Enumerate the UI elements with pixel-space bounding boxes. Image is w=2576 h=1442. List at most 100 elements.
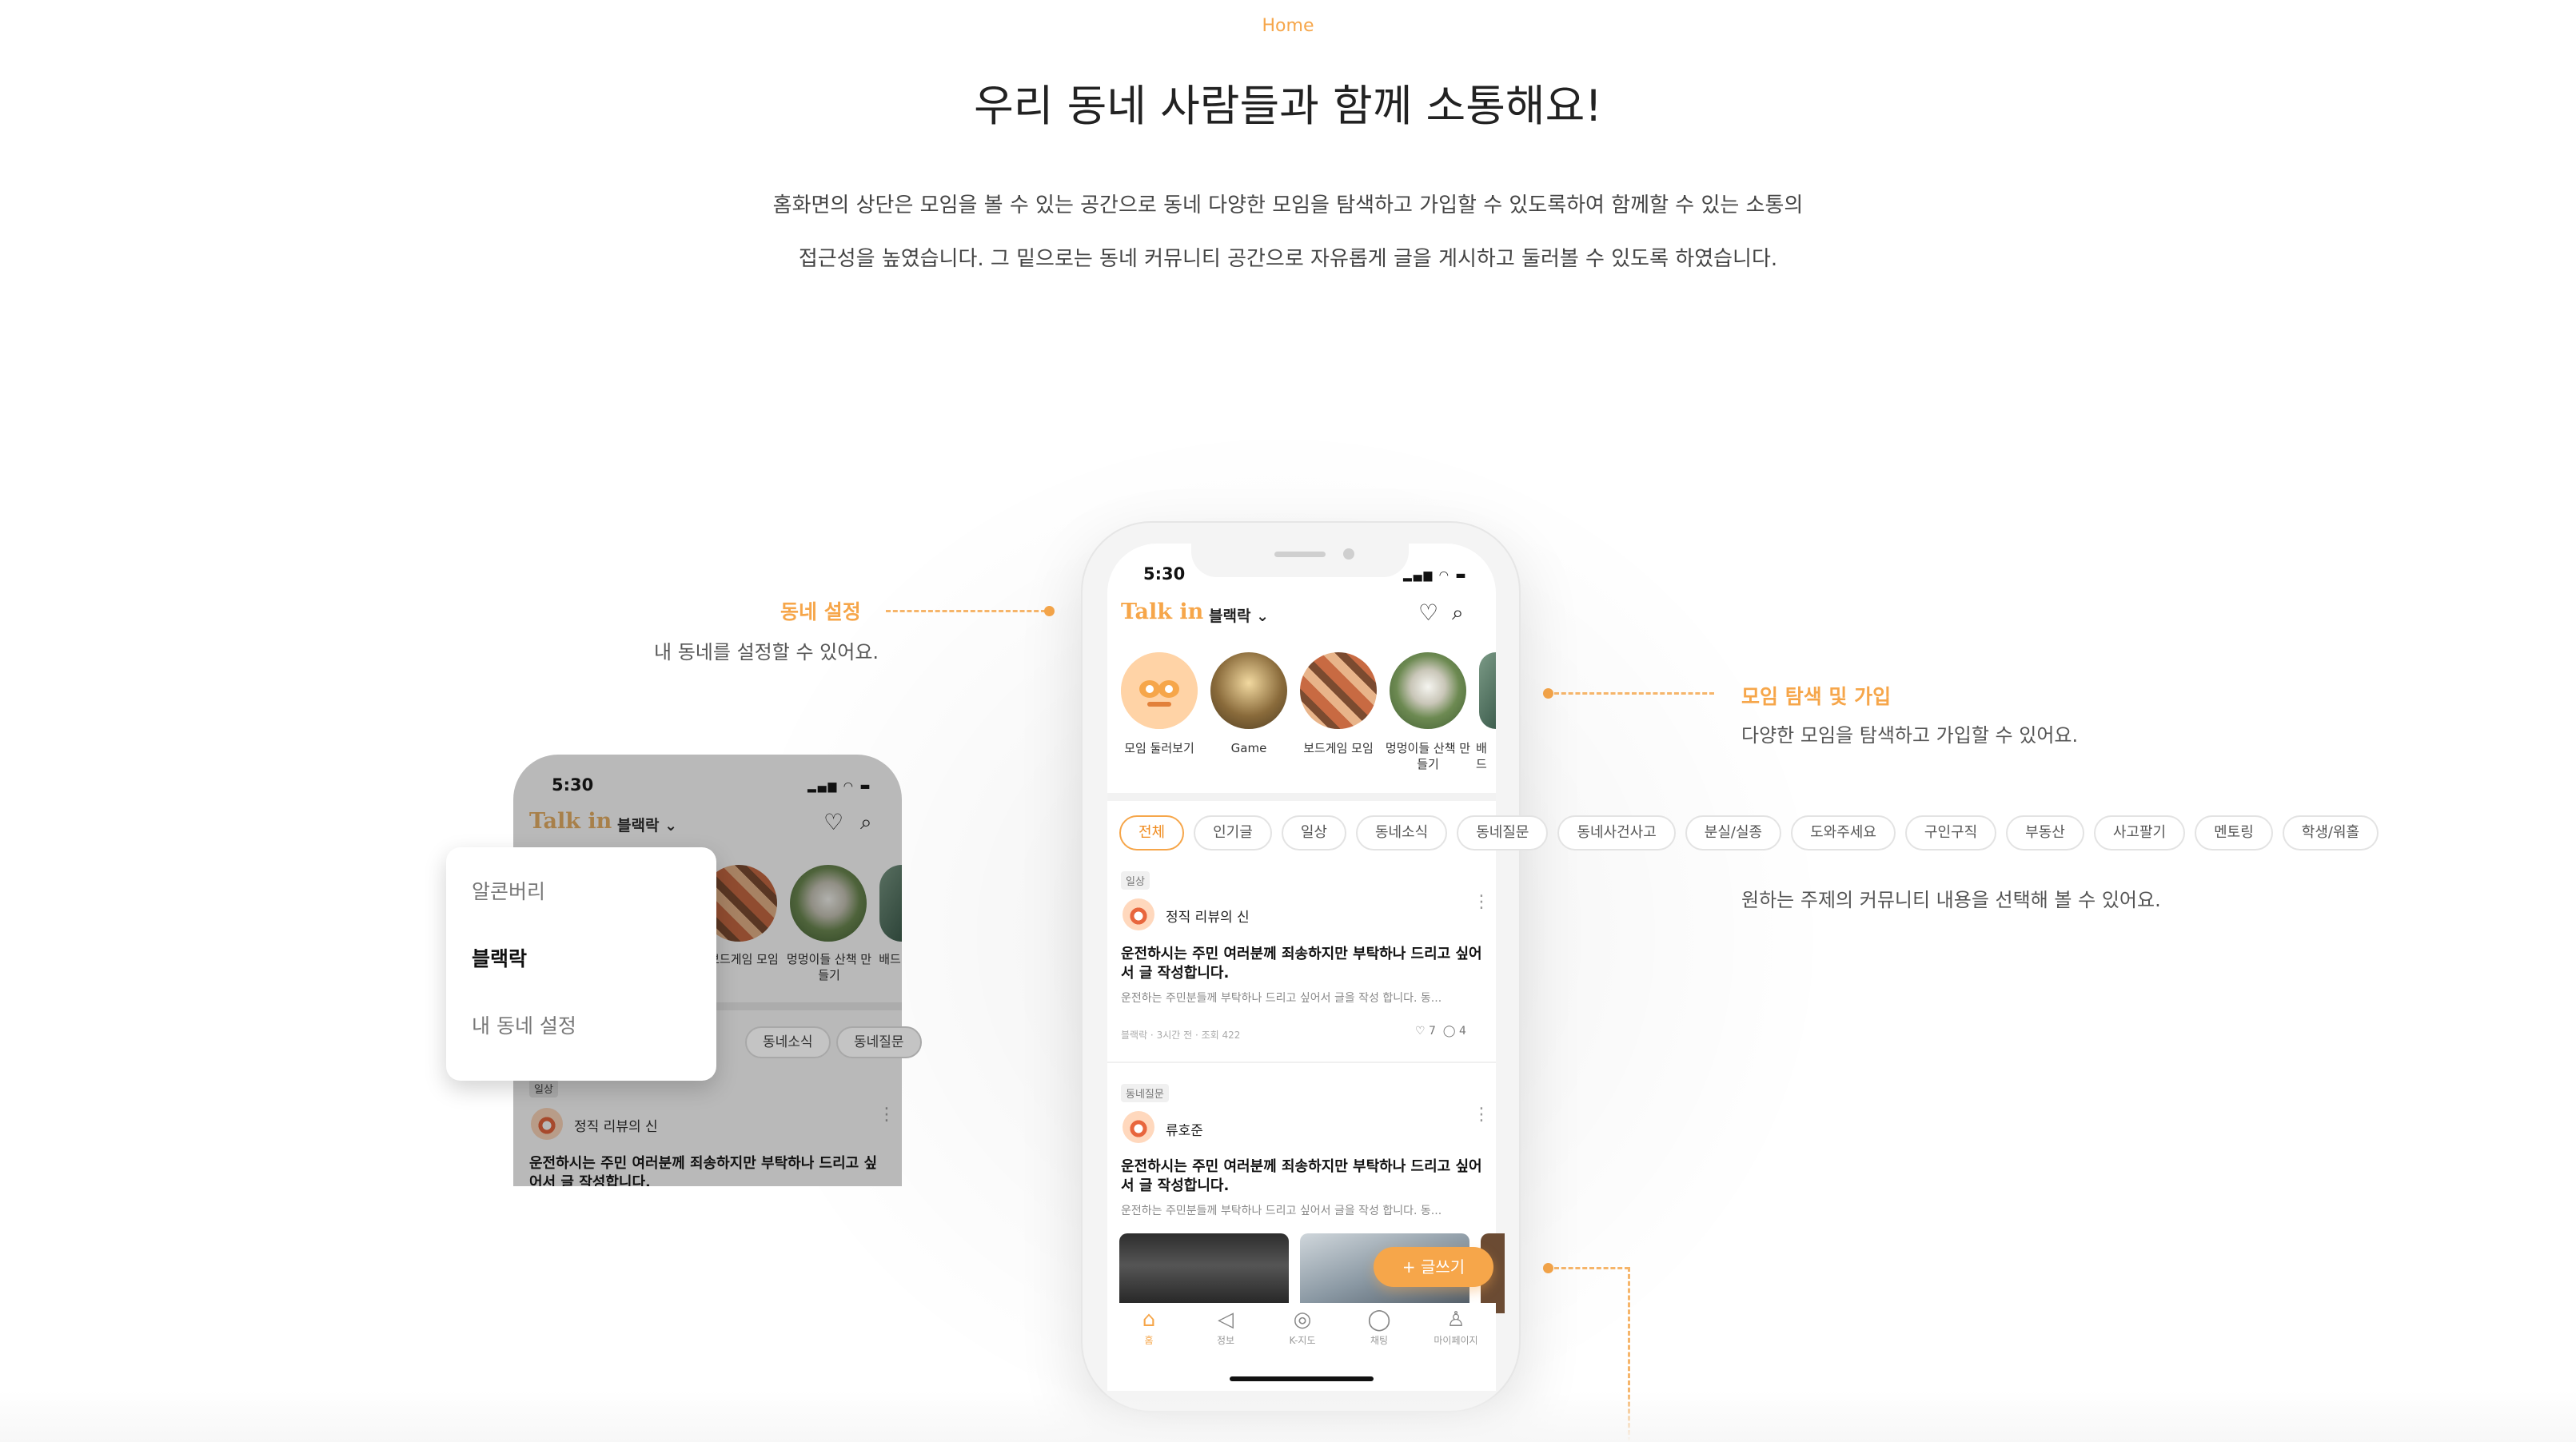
town-selector[interactable]: 블랙락 ⌄ <box>1209 604 1269 626</box>
intro-line-1: 홈화면의 상단은 모임을 볼 수 있는 공간으로 동네 다양한 모임을 탐색하고… <box>772 193 1804 217</box>
group-label: 멍멍이들 산책 만들기 <box>1385 741 1471 771</box>
status-time: 5:30 <box>1143 564 1186 584</box>
post-reactions: ♡ 7 ◯ 4 <box>1415 1025 1466 1038</box>
map-pin-icon: ◎ <box>1293 1308 1312 1332</box>
tab-chat[interactable]: ◯ 채팅 <box>1341 1308 1418 1347</box>
chevron-down-icon: ⌄ <box>664 817 677 835</box>
write-post-button[interactable]: + 글쓰기 <box>1374 1247 1493 1287</box>
dropdown-item-blackrock[interactable]: 블랙락 <box>472 943 527 972</box>
home-icon: ⌂ <box>1142 1308 1156 1332</box>
avatar <box>1123 1111 1154 1143</box>
group-browse-circle[interactable] <box>1121 652 1198 729</box>
bottom-fade <box>0 1391 2576 1442</box>
tab-mypage[interactable]: ♙ 마이페이지 <box>1418 1308 1494 1347</box>
post-title[interactable]: 운전하시는 주민 여러분께 죄송하지만 부탁하나 드리고 싶어서 글 작성합니다… <box>1121 945 1489 983</box>
chip-help[interactable]: 도와주세요 <box>1791 815 1896 850</box>
tab-label: 채팅 <box>1370 1335 1389 1346</box>
secondary-app-logo: Talk in <box>529 809 612 834</box>
heart-icon[interactable]: ♡ <box>823 809 843 835</box>
tab-label: 홈 <box>1144 1335 1154 1346</box>
group-dog-walk-circle[interactable] <box>1390 652 1466 729</box>
chip-town-news[interactable]: 동네소식 <box>1355 815 1448 850</box>
chip-mentoring[interactable]: 멘토링 <box>2195 815 2273 850</box>
phone-speaker <box>1274 552 1326 557</box>
home-indicator <box>1230 1376 1374 1381</box>
tab-home[interactable]: ⌂ 홈 <box>1111 1308 1187 1347</box>
annotation-group-line <box>1554 692 1714 695</box>
dropdown-item-alconbury[interactable]: 알콘버리 <box>472 876 545 905</box>
comment-count: 4 <box>1458 1025 1466 1038</box>
chip-daily[interactable]: 일상 <box>1281 815 1346 850</box>
secondary-group-label: 멍멍이들 산책 만들기 <box>786 952 872 982</box>
kebab-menu-icon[interactable]: ⋮ <box>1473 1105 1490 1125</box>
chip-lost-found[interactable]: 분실/실종 <box>1685 815 1782 850</box>
post-author: 정직 리뷰의 신 <box>1166 910 1250 926</box>
tab-info[interactable]: ◁ 정보 <box>1187 1308 1264 1347</box>
secondary-status-icons: ▂▄▆ ◠ ▬ <box>807 780 872 793</box>
annotation-write-dot <box>1543 1263 1553 1273</box>
annotation-topic-desc: 원하는 주제의 커뮤니티 내용을 선택해 볼 수 있어요. <box>1741 889 2161 911</box>
heart-icon[interactable]: ♡ <box>1418 600 1438 626</box>
chip-town-question[interactable]: 동네질문 <box>1457 815 1549 850</box>
annotation-group-dot <box>1543 688 1553 699</box>
chat-icon: ◯ <box>1367 1308 1391 1332</box>
chip-student[interactable]: 학생/워홀 <box>2282 815 2379 850</box>
group-label: 보드게임 모임 <box>1303 741 1374 755</box>
user-icon: ♙ <box>1446 1308 1465 1332</box>
secondary-group-partial[interactable] <box>879 865 902 942</box>
secondary-chip[interactable]: 동네소식 <box>745 1026 831 1058</box>
secondary-chip[interactable]: 동네질문 <box>836 1026 922 1058</box>
group-partial-circle[interactable] <box>1479 652 1496 729</box>
dropdown-item-my-town-setting[interactable]: 내 동네 설정 <box>472 1010 576 1039</box>
avatar <box>531 1108 563 1140</box>
heart-icon[interactable]: ♡ <box>1415 1025 1426 1038</box>
search-icon[interactable]: ⌕ <box>1452 601 1464 626</box>
chevron-down-icon: ⌄ <box>1256 607 1269 625</box>
group-game-circle[interactable] <box>1210 652 1287 729</box>
chip-popular[interactable]: 인기글 <box>1194 815 1272 850</box>
kebab-menu-icon[interactable]: ⋮ <box>1473 892 1490 912</box>
group-board-game-circle[interactable] <box>1300 652 1377 729</box>
app-logo: Talk in <box>1121 600 1204 624</box>
chip-all[interactable]: 전체 <box>1119 815 1185 850</box>
secondary-town-selector[interactable]: 블랙락 ⌄ <box>617 814 677 835</box>
secondary-post-tag: 일상 <box>529 1079 558 1097</box>
comment-icon[interactable]: ◯ <box>1443 1025 1456 1038</box>
like-count: 7 <box>1429 1025 1436 1038</box>
chip-incidents[interactable]: 동네사건사고 <box>1557 815 1676 850</box>
post-tag: 동네질문 <box>1121 1084 1169 1102</box>
megaphone-icon: ◁ <box>1218 1308 1234 1332</box>
group-label: Game <box>1230 741 1267 755</box>
intro-line-2: 접근성을 높였습니다. 그 밑으로는 동네 커뮤니티 공간으로 자유롭게 글을 … <box>798 247 1778 271</box>
kebab-menu-icon[interactable]: ⋮ <box>878 1105 895 1125</box>
tab-label: 마이페이지 <box>1434 1335 1478 1346</box>
post-body: 운전하는 주민분들께 부탁하나 드리고 싶어서 글을 작성 합니다. 동... <box>1121 1205 1442 1217</box>
chip-real-estate[interactable]: 부동산 <box>2006 815 2084 850</box>
tab-label: 정보 <box>1216 1335 1235 1346</box>
page-eyebrow: Home <box>1262 16 1314 36</box>
post-title[interactable]: 운전하시는 주민 여러분께 죄송하지만 부탁하나 드리고 싶어서 글 작성합니다… <box>1121 1157 1489 1196</box>
tab-map[interactable]: ◎ K-지도 <box>1264 1308 1341 1347</box>
post-author: 류호준 <box>1166 1123 1203 1139</box>
post-meta: 블랙락 · 3시간 전 · 조회 422 <box>1121 1030 1241 1041</box>
post-image-gym[interactable] <box>1119 1233 1289 1313</box>
chip-jobs[interactable]: 구인구직 <box>1904 815 1997 850</box>
chip-buy-sell[interactable]: 사고팔기 <box>2093 815 2186 850</box>
annotation-group-desc: 다양한 모임을 탐색하고 가입할 수 있어요. <box>1741 724 2079 747</box>
post-tag: 일상 <box>1121 871 1150 890</box>
town-label: 블랙락 <box>1209 607 1251 625</box>
avatar <box>1123 898 1154 930</box>
secondary-group-dog-walk[interactable] <box>790 865 867 942</box>
search-icon[interactable]: ⌕ <box>860 811 872 835</box>
category-chips: 전체 인기글 일상 동네소식 동네질문 동네사건사고 분실/실종 도와주세요 구인구직 부동산 사고… <box>1119 815 2379 850</box>
page-title: 우리 동네 사람들과 함께 소통해요! <box>974 81 1602 131</box>
annotation-town-dot <box>1044 606 1055 616</box>
section-divider <box>1107 793 1496 801</box>
group-label: 배드 <box>1476 741 1487 771</box>
annotation-group-title: 모임 탐색 및 가입 <box>1741 685 1892 708</box>
talkin-mascot-icon <box>1121 652 1198 729</box>
post-separator <box>1107 1062 1496 1063</box>
tab-label: K-지도 <box>1289 1335 1316 1346</box>
annotation-write-line <box>1554 1267 1629 1269</box>
annotation-town-desc: 내 동네를 설정할 수 있어요. <box>654 641 879 663</box>
